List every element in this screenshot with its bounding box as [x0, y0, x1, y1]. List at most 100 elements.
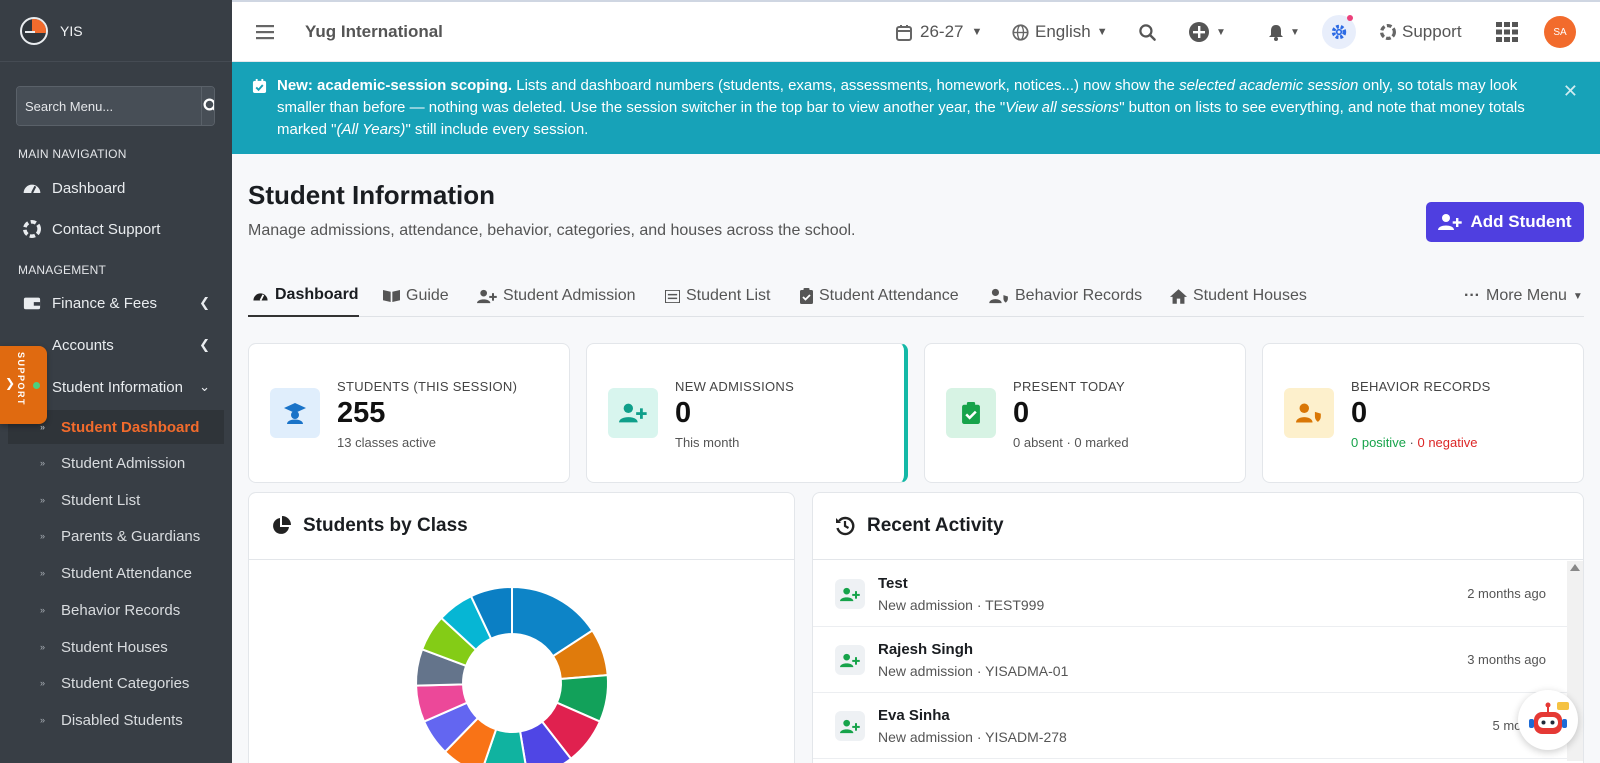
- tab-student-attendance[interactable]: Student Attendance: [800, 275, 959, 317]
- tab-label: Student Attendance: [819, 287, 959, 304]
- sidebar-subitem-label: Student List: [61, 491, 141, 509]
- sidebar-subitem-student-houses[interactable]: » Student Houses: [8, 630, 224, 664]
- sidebar-item-label: Student Information: [52, 378, 183, 396]
- support-link[interactable]: Support: [1380, 2, 1462, 62]
- sidebar-subitem-behavior-records[interactable]: » Behavior Records: [8, 593, 224, 627]
- sidebar-subitem-label: Student Categories: [61, 674, 190, 692]
- session-switcher[interactable]: 26-27 ▼: [896, 2, 982, 62]
- banner-text-part: Lists and dashboard numbers (students, e…: [512, 77, 1180, 94]
- bell-icon: [1269, 24, 1283, 41]
- activity-item[interactable]: Rajesh Singh New admission · YISADMA-01 …: [813, 627, 1583, 693]
- separator: ·: [1405, 435, 1418, 450]
- add-student-button[interactable]: Add Student: [1426, 202, 1584, 242]
- apps-grid-button[interactable]: [1496, 2, 1518, 62]
- banner-heading: New: academic-session scoping.: [277, 77, 513, 94]
- tab-more-menu[interactable]: ··· More Menu ▼: [1464, 275, 1583, 317]
- stat-label: STUDENTS (THIS SESSION): [337, 379, 518, 394]
- sidebar-subitem-student-categories[interactable]: » Student Categories: [8, 666, 224, 700]
- tab-label: Student List: [686, 287, 771, 304]
- hamburger-icon: [256, 25, 274, 40]
- tab-student-list[interactable]: Student List: [665, 275, 771, 317]
- activity-item[interactable]: Eva Sinha New admission · YISADM-278 5 m…: [813, 693, 1583, 759]
- global-search-button[interactable]: [1138, 2, 1157, 62]
- page-subtitle: Manage admissions, attendance, behavior,…: [248, 222, 856, 239]
- tab-label: More Menu: [1485, 287, 1567, 304]
- stat-card-behavior-records[interactable]: BEHAVIOR RECORDS 0 0 positive · 0 negati…: [1262, 343, 1584, 483]
- sidebar-item-dashboard[interactable]: Dashboard: [0, 170, 232, 206]
- stat-card-students[interactable]: STUDENTS (THIS SESSION) 255 13 classes a…: [248, 343, 570, 483]
- activity-description: New admission · YISADMA-01: [878, 663, 1069, 679]
- stat-label: BEHAVIOR RECORDS: [1351, 379, 1491, 394]
- sidebar-subitem-disabled-students[interactable]: » Disabled Students: [8, 703, 224, 737]
- brand[interactable]: YIS: [0, 0, 232, 62]
- bullet-icon: »: [40, 568, 46, 578]
- tab-student-admission[interactable]: Student Admission: [477, 275, 636, 317]
- sidebar-subitem-student-admission[interactable]: » Student Admission: [8, 446, 224, 480]
- home-icon: [1170, 288, 1187, 304]
- tab-label: Behavior Records: [1015, 287, 1143, 304]
- activity-item[interactable]: Test New admission · TEST999 2 months ag…: [813, 561, 1583, 627]
- plus-circle-icon: [1189, 22, 1209, 42]
- stat-value: 0: [675, 397, 692, 429]
- calendar-check-icon: [252, 78, 267, 101]
- sidebar-item-label: Accounts: [52, 336, 114, 354]
- sidebar-item-finance-fees[interactable]: Finance & Fees ❮: [0, 285, 232, 321]
- banner-emphasis: (All Years): [336, 121, 406, 138]
- sidebar-subitem-parents-guardians[interactable]: » Parents & Guardians: [8, 519, 224, 553]
- user-plus-icon: [1438, 214, 1463, 230]
- students-by-class-panel: Students by Class: [248, 492, 795, 763]
- settings-button[interactable]: [1322, 15, 1356, 49]
- panel-header: Students by Class: [249, 493, 794, 560]
- scroll-up-icon[interactable]: [1570, 564, 1580, 571]
- bullet-icon: »: [40, 495, 46, 505]
- stat-card-present-today[interactable]: PRESENT TODAY 0 0 absent · 0 marked: [924, 343, 1246, 483]
- tab-student-houses[interactable]: Student Houses: [1170, 275, 1307, 317]
- tab-guide[interactable]: Guide: [383, 275, 449, 317]
- bullet-icon: »: [40, 458, 46, 468]
- activity-time: 2 months ago: [1467, 586, 1546, 601]
- sidebar-subitem-label: Student Dashboard: [61, 418, 200, 436]
- chevron-left-icon: ❮: [199, 337, 210, 352]
- sidebar-subitem-student-list[interactable]: » Student List: [8, 483, 224, 517]
- caret-down-icon: ▼: [1572, 290, 1583, 302]
- sidebar-subitem-student-attendance[interactable]: » Student Attendance: [8, 556, 224, 590]
- user-plus-icon: [835, 711, 865, 741]
- support-side-tab[interactable]: ❯ SUPPORT: [0, 346, 47, 424]
- graduate-icon: [270, 388, 320, 438]
- tab-behavior-records[interactable]: Behavior Records: [989, 275, 1142, 317]
- stat-card-new-admissions[interactable]: NEW ADMISSIONS 0 This month: [586, 343, 908, 483]
- menu-search-button[interactable]: [201, 87, 214, 125]
- search-icon: [203, 98, 214, 111]
- user-shield-icon: [989, 288, 1008, 304]
- caret-down-icon: ▼: [1216, 26, 1226, 38]
- language-label: English: [1035, 22, 1091, 41]
- notifications-button[interactable]: ▼: [1268, 2, 1300, 62]
- activity-description: New admission · TEST999: [878, 597, 1045, 613]
- stat-label: PRESENT TODAY: [1013, 379, 1126, 394]
- gauge-icon: [253, 292, 268, 301]
- wallet-icon: [22, 293, 42, 313]
- sidebar-item-label: Contact Support: [52, 220, 161, 238]
- activity-description: New admission · YISADM-278: [878, 729, 1067, 745]
- clipboard-check-icon: [800, 288, 813, 304]
- activity-time: 3 months ago: [1467, 652, 1546, 667]
- quick-add-button[interactable]: ▼: [1188, 2, 1226, 62]
- menu-search-input[interactable]: [17, 87, 201, 125]
- language-switcher[interactable]: English ▼: [1012, 2, 1108, 62]
- tab-label: Guide: [406, 287, 449, 304]
- add-student-label: Add Student: [1470, 212, 1572, 231]
- close-icon[interactable]: ✕: [1563, 80, 1578, 102]
- user-avatar[interactable]: SA: [1544, 16, 1576, 48]
- menu-toggle-button[interactable]: [256, 2, 274, 62]
- chevron-down-icon: ⌄: [199, 379, 210, 394]
- chatbot-button[interactable]: [1518, 690, 1578, 750]
- tab-label: Student Admission: [503, 287, 636, 304]
- book-open-icon: [383, 290, 400, 302]
- tab-dashboard[interactable]: Dashboard: [248, 275, 359, 317]
- sidebar-item-contact-support[interactable]: Contact Support: [0, 211, 232, 247]
- negative-count: 0 negative: [1417, 435, 1478, 450]
- bullet-icon: »: [40, 678, 46, 688]
- search-icon: [1139, 23, 1156, 41]
- positive-count: 0 positive: [1351, 435, 1406, 450]
- banner-text: New: academic-session scoping. Lists and…: [277, 75, 1550, 141]
